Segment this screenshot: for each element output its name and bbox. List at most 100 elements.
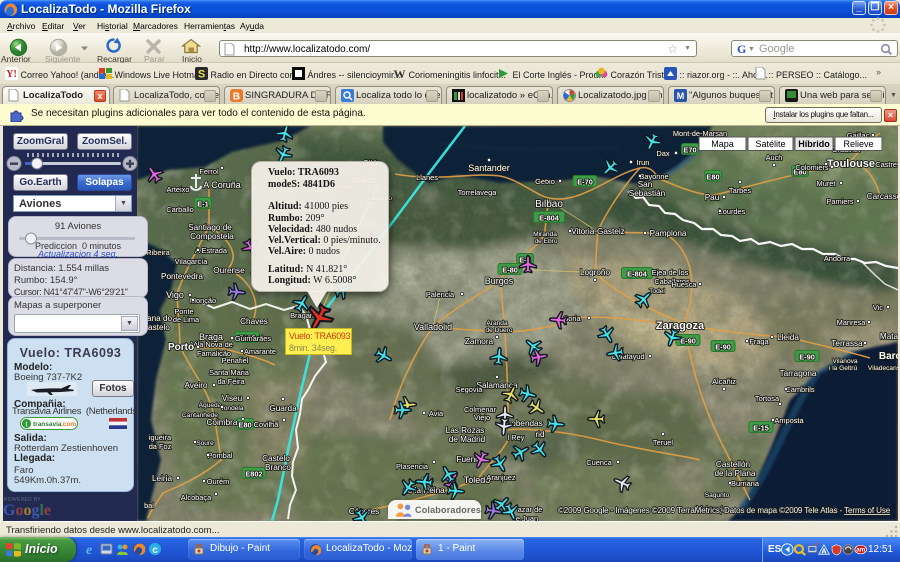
svg-text:Plasencia: Plasencia <box>396 462 429 471</box>
svg-text:Guarda: Guarda <box>269 404 297 413</box>
svg-text:Toulouse: Toulouse <box>827 158 875 170</box>
svg-text:Viseu: Viseu <box>222 394 243 403</box>
svg-text:Ourense: Ourense <box>213 266 245 275</box>
svg-text:.com: .com <box>61 421 76 428</box>
svg-text:Ourém: Ourém <box>207 477 230 486</box>
svg-text:transavia: transavia <box>33 421 62 428</box>
svg-text:Pamplona: Pamplona <box>650 229 687 238</box>
svg-text:E-90: E-90 <box>715 343 731 352</box>
svg-text:A: A <box>821 548 826 555</box>
svg-text:e Juan: e Juan <box>516 514 538 521</box>
svg-text:Muret: Muret <box>817 179 836 188</box>
svg-text:Águeda: Águeda <box>199 400 222 409</box>
svg-text:Viejo: Viejo <box>474 413 490 422</box>
svg-text:igueira: igueira <box>149 433 172 442</box>
svg-text:de Lima: de Lima <box>173 315 200 324</box>
svg-text:San: San <box>638 180 653 189</box>
svg-text:E-804: E-804 <box>627 270 648 279</box>
svg-text:Huesca: Huesca <box>671 280 697 289</box>
svg-text:bal: bal <box>144 501 154 510</box>
svg-text:Segovia: Segovia <box>456 385 484 394</box>
svg-text:Vilagarcía: Vilagarcía <box>175 257 209 266</box>
svg-text:Carcasso: Carcasso <box>867 192 898 201</box>
svg-text:Penafiel: Penafiel <box>222 356 249 365</box>
svg-text:Andorra: Andorra <box>824 254 851 263</box>
svg-text:E-80: E-80 <box>502 266 518 275</box>
svg-text:Alcañiz: Alcañiz <box>712 377 736 386</box>
svg-text:obendas: obendas <box>511 419 542 428</box>
svg-text:E-804: E-804 <box>539 214 560 223</box>
svg-text:de la Plana: de la Plana <box>715 469 756 478</box>
svg-text:Mapa: Mapa <box>711 139 734 149</box>
svg-text:E80: E80 <box>238 421 251 430</box>
svg-text:Vigo: Vigo <box>166 290 184 300</box>
svg-text:am: am <box>856 547 866 554</box>
svg-text:Castellón: Castellón <box>716 460 751 469</box>
svg-text:Soure: Soure <box>196 440 214 447</box>
svg-text:Aveiro: Aveiro <box>184 381 208 390</box>
svg-text:Aranda: Aranda <box>486 320 508 327</box>
svg-text:Chaves: Chaves <box>240 317 268 326</box>
svg-text:e: e <box>86 543 92 558</box>
svg-text:W: W <box>394 67 406 80</box>
svg-text:E-1: E-1 <box>197 200 209 209</box>
svg-text:Auch: Auch <box>766 153 783 162</box>
svg-text:Torrelavega: Torrelavega <box>458 188 498 197</box>
svg-text:Burriana: Burriana <box>731 479 760 488</box>
svg-text:Alcobaça: Alcobaça <box>181 493 212 502</box>
svg-text:Amarante: Amarante <box>244 347 276 356</box>
svg-text:Ejea de los: Ejea de los <box>652 268 689 277</box>
svg-text:Vitoria-Gasteiz: Vitoria-Gasteiz <box>571 227 625 236</box>
svg-text:Pau: Pau <box>705 193 720 202</box>
svg-text:Todel: Todel <box>649 288 665 295</box>
svg-text:Las Rozas: Las Rozas <box>446 426 485 435</box>
svg-text:Palencia: Palencia <box>426 290 455 299</box>
svg-text:Dax: Dax <box>656 149 669 158</box>
svg-text:Logroño: Logroño <box>580 268 610 277</box>
svg-text:Porto: Porto <box>168 342 194 353</box>
svg-text:Lleida: Lleida <box>777 333 799 342</box>
svg-text:B: B <box>233 92 240 103</box>
svg-text:Relieve: Relieve <box>843 139 873 149</box>
svg-text:Bilbao: Bilbao <box>535 199 563 210</box>
svg-text:Pontevedra: Pontevedra <box>161 272 203 281</box>
svg-text:de Duero: de Duero <box>485 327 512 334</box>
svg-text:Compostela: Compostela <box>190 232 234 241</box>
svg-text:Tortosa: Tortosa <box>755 394 780 403</box>
svg-text:Pamiers: Pamiers <box>826 197 853 206</box>
svg-text:de Madrid: de Madrid <box>449 435 486 444</box>
svg-text:Avia: Avia <box>429 409 444 418</box>
svg-text:Aranjuez: Aranjuez <box>486 473 515 482</box>
svg-text:Tarbes: Tarbes <box>729 186 751 195</box>
svg-text:da Foz: da Foz <box>149 442 172 451</box>
svg-text:Colomiers: Colomiers <box>795 163 829 172</box>
svg-text:Llanes: Llanes <box>416 173 438 182</box>
svg-text:Irun: Irun <box>637 158 650 167</box>
svg-text:Leiria: Leiria <box>152 474 172 483</box>
svg-text:Vilanova: Vilanova <box>832 358 858 365</box>
svg-text:E80: E80 <box>706 173 719 182</box>
svg-text:E70: E70 <box>683 146 696 155</box>
svg-text:Pombal: Pombal <box>207 451 232 460</box>
svg-text:Tondela: Tondela <box>220 405 243 412</box>
svg-text:Branco: Branco <box>265 463 291 472</box>
svg-text:Bayonne: Bayonne <box>639 172 668 181</box>
svg-text:Lourdes: Lourdes <box>719 207 746 216</box>
svg-text:Valladolid: Valladolid <box>414 322 452 332</box>
svg-text:Tarragona: Tarragona <box>780 369 817 378</box>
svg-text:S: S <box>198 69 205 81</box>
svg-text:Zamora: Zamora <box>465 337 494 346</box>
svg-text:Carballo: Carballo <box>166 205 194 214</box>
svg-text:Híbrido: Híbrido <box>798 139 830 149</box>
svg-text:E-90: E-90 <box>799 353 815 362</box>
svg-text:Manresa: Manresa <box>837 318 867 327</box>
svg-text:Ferrol: Ferrol <box>199 167 219 176</box>
svg-text:Barc: Barc <box>879 351 898 362</box>
svg-text:Arteixo: Arteixo <box>166 185 189 194</box>
svg-text:da Feira: da Feira <box>217 377 245 386</box>
svg-text:Coimbra: Coimbra <box>207 418 238 427</box>
svg-text:Terrassa: Terrassa <box>831 339 863 348</box>
svg-text:Castelo: Castelo <box>262 454 290 463</box>
svg-text:Sagunto: Sagunto <box>705 492 730 499</box>
svg-text:Teruel: Teruel <box>653 438 673 447</box>
